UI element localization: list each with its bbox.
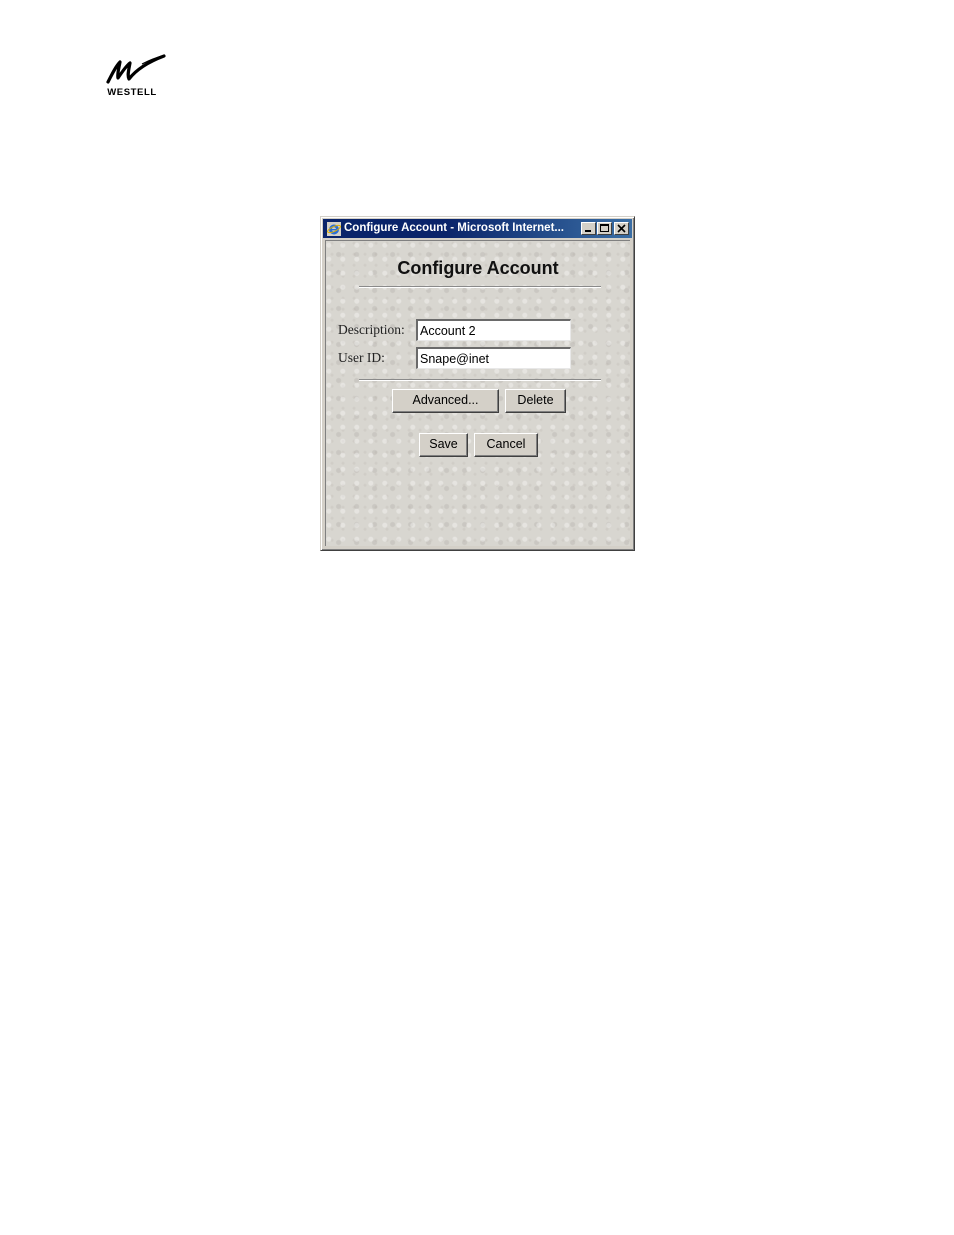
minimize-icon (585, 230, 591, 232)
user-id-label: User ID: (338, 350, 385, 365)
westell-logo: WESTELL (96, 54, 168, 98)
configure-account-window: Configure Account - Microsoft Internet..… (320, 216, 635, 551)
window-content: Configure Account Description: Account 2… (325, 240, 630, 546)
description-label: Description: (338, 322, 405, 337)
maximize-button[interactable] (597, 222, 612, 235)
delete-button[interactable]: Delete (505, 389, 566, 413)
description-input[interactable]: Account 2 (416, 319, 571, 341)
window-title: Configure Account - Microsoft Internet..… (344, 222, 564, 234)
divider (359, 379, 601, 381)
westell-logo-text: WESTELL (107, 87, 157, 98)
westell-logo-mark-icon (106, 54, 166, 84)
maximize-icon (600, 224, 609, 232)
ie-icon (327, 222, 341, 236)
close-button[interactable] (614, 222, 629, 235)
user-id-input[interactable]: Snape@inet (416, 347, 571, 369)
minimize-button[interactable] (581, 222, 596, 235)
divider (359, 286, 601, 288)
save-button[interactable]: Save (419, 433, 468, 457)
close-icon (617, 224, 626, 233)
cancel-button[interactable]: Cancel (474, 433, 538, 457)
page-title: Configure Account (397, 258, 559, 278)
advanced-button[interactable]: Advanced... (392, 389, 499, 413)
window-titlebar[interactable]: Configure Account - Microsoft Internet..… (323, 219, 632, 238)
